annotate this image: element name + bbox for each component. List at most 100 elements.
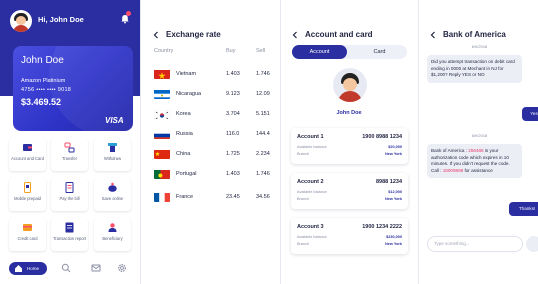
assistance-phone: 18009898 [442, 167, 464, 173]
account-name: Account 1 [297, 134, 324, 140]
menu-transfer[interactable]: Transfer [51, 138, 88, 171]
account-card-tabs: Account Card [292, 45, 407, 59]
nicaragua-flag-icon [154, 88, 170, 99]
col-header-buy: Buy [226, 48, 236, 54]
branch-value: New York [385, 197, 402, 201]
menu-transaction-report[interactable]: Transaction report [51, 218, 88, 251]
visa-logo: VISA [105, 116, 124, 125]
exchange-row[interactable]: Vietnam 1.403 1.746 [144, 65, 276, 85]
buy-rate: 1.403 [226, 71, 240, 77]
gear-icon[interactable] [117, 263, 127, 273]
exchange-row[interactable]: Nicaragua 9.123 12.09 [144, 85, 276, 105]
exchange-rate-screen: Exchange rate Country Buy Sell Vietnam 1… [144, 0, 276, 284]
page-title: Account and card [305, 30, 373, 39]
menu-credit-card[interactable]: Credit card [9, 218, 46, 251]
back-arrow-icon[interactable] [291, 31, 299, 39]
menu-withdraw[interactable]: Withdraw [94, 138, 131, 171]
back-arrow-icon[interactable] [152, 31, 160, 39]
mail-icon[interactable] [91, 263, 101, 273]
branch-label: Branch [297, 242, 310, 246]
exchange-row[interactable]: Russia 116.0 144.4 [144, 125, 276, 145]
profile-avatar [333, 68, 367, 102]
tab-account[interactable]: Account [292, 45, 347, 59]
account-number: 1900 8988 1234 [362, 134, 402, 140]
china-flag-icon [154, 148, 170, 159]
card-type: Amazon Platinium [21, 78, 66, 84]
user-avatar[interactable] [10, 10, 32, 32]
col-header-sell: Sell [256, 48, 266, 54]
sell-rate: 34.56 [256, 194, 270, 200]
account-card[interactable]: Account 3 1900 1234 2222 Available balan… [291, 218, 408, 254]
menu-label: Pay the bill [59, 196, 80, 201]
sell-rate: 2.234 [256, 151, 270, 157]
country-name: China [176, 151, 191, 157]
account-card[interactable]: Account 2 8988 1234 Available balance $1… [291, 173, 408, 209]
search-icon[interactable] [61, 263, 71, 273]
notification-badge [126, 11, 131, 16]
authorization-code: 256486 [468, 148, 484, 153]
branch-label: Branch [297, 152, 310, 156]
menu-label: Withdraw [103, 156, 122, 161]
account-name: Account 3 [297, 224, 324, 230]
menu-label: Transfer [61, 156, 78, 161]
menu-label: Transaction report [52, 236, 87, 241]
menu-pay-the-bill[interactable]: Pay the bill [51, 178, 88, 211]
card-holder-name: John Doe [21, 55, 64, 66]
home-icon [15, 265, 22, 272]
greeting-text: Hi, John Doe [38, 15, 84, 24]
balance-label: Available balance [297, 190, 327, 194]
panel-divider [280, 0, 281, 284]
buy-rate: 1.725 [226, 151, 240, 157]
bank-card[interactable]: John Doe Amazon Platinium 4756 •••• ••••… [13, 46, 133, 131]
mobile-icon [24, 182, 31, 193]
send-icon[interactable] [526, 236, 538, 252]
buy-rate: 9.123 [226, 91, 240, 97]
back-arrow-icon[interactable] [429, 31, 437, 39]
balance-value: $230,000 [386, 235, 402, 239]
country-name: France [176, 194, 194, 200]
country-name: Korea [176, 111, 191, 117]
panel-divider [418, 0, 419, 284]
exchange-row[interactable]: France 23.45 34.56 [144, 188, 276, 208]
balance-label: Available balance [297, 235, 327, 239]
sell-rate: 12.09 [256, 91, 270, 97]
exchange-row[interactable]: Korea 3.704 5.151 [144, 105, 276, 125]
card-number: 4756 •••• •••• 9018 [21, 87, 72, 93]
tab-card[interactable]: Card [352, 45, 407, 59]
balance-value: $20,000 [388, 145, 402, 149]
account-card[interactable]: Account 1 1900 8988 1234 Available balan… [291, 128, 408, 164]
france-flag-icon [154, 191, 170, 202]
incoming-message: Bank of America : 256486 is your authori… [427, 144, 522, 178]
withdraw-icon [108, 143, 117, 152]
nav-home-button[interactable]: Home [9, 262, 47, 275]
sell-rate: 5.151 [256, 111, 270, 117]
korea-flag-icon [154, 108, 170, 119]
buy-rate: 23.45 [226, 194, 240, 200]
vietnam-flag-icon [154, 68, 170, 79]
nav-home-label: Home [27, 266, 40, 271]
account-number: 1900 1234 2222 [362, 224, 402, 230]
menu-save-online[interactable]: Save online [94, 178, 131, 211]
menu-beneficiary[interactable]: Beneficiary [94, 218, 131, 251]
message-input[interactable]: Type something... [427, 236, 523, 252]
message-date: 6/9/2018 [471, 133, 488, 138]
panel-divider [140, 0, 141, 284]
exchange-row[interactable]: China 1.725 2.234 [144, 145, 276, 165]
incoming-message: Did you attempt transaction on debit car… [427, 55, 522, 83]
portugal-flag-icon [154, 168, 170, 179]
menu-label: Save online [101, 196, 124, 201]
message-date: 6/9/2018 [471, 44, 488, 49]
home-screen: Hi, John Doe John Doe Amazon Platinium 4… [0, 0, 140, 284]
wallet-icon [23, 144, 32, 151]
country-name: Vietnam [176, 71, 197, 77]
menu-label: Mobile prepaid [14, 196, 41, 201]
credit-card-icon [23, 224, 32, 231]
branch-value: New York [385, 152, 402, 156]
chat-screen: Bank of America 6/9/2018 Did you attempt… [421, 0, 538, 284]
bottom-nav: Home [9, 260, 131, 278]
account-number: 8988 1234 [376, 179, 402, 185]
menu-mobile-prepaid[interactable]: Mobile prepaid [9, 178, 46, 211]
menu-account-and-card[interactable]: Account and Card [9, 138, 46, 171]
exchange-row[interactable]: Portugal 1.403 1.746 [144, 165, 276, 185]
balance-value: $12,000 [388, 190, 402, 194]
